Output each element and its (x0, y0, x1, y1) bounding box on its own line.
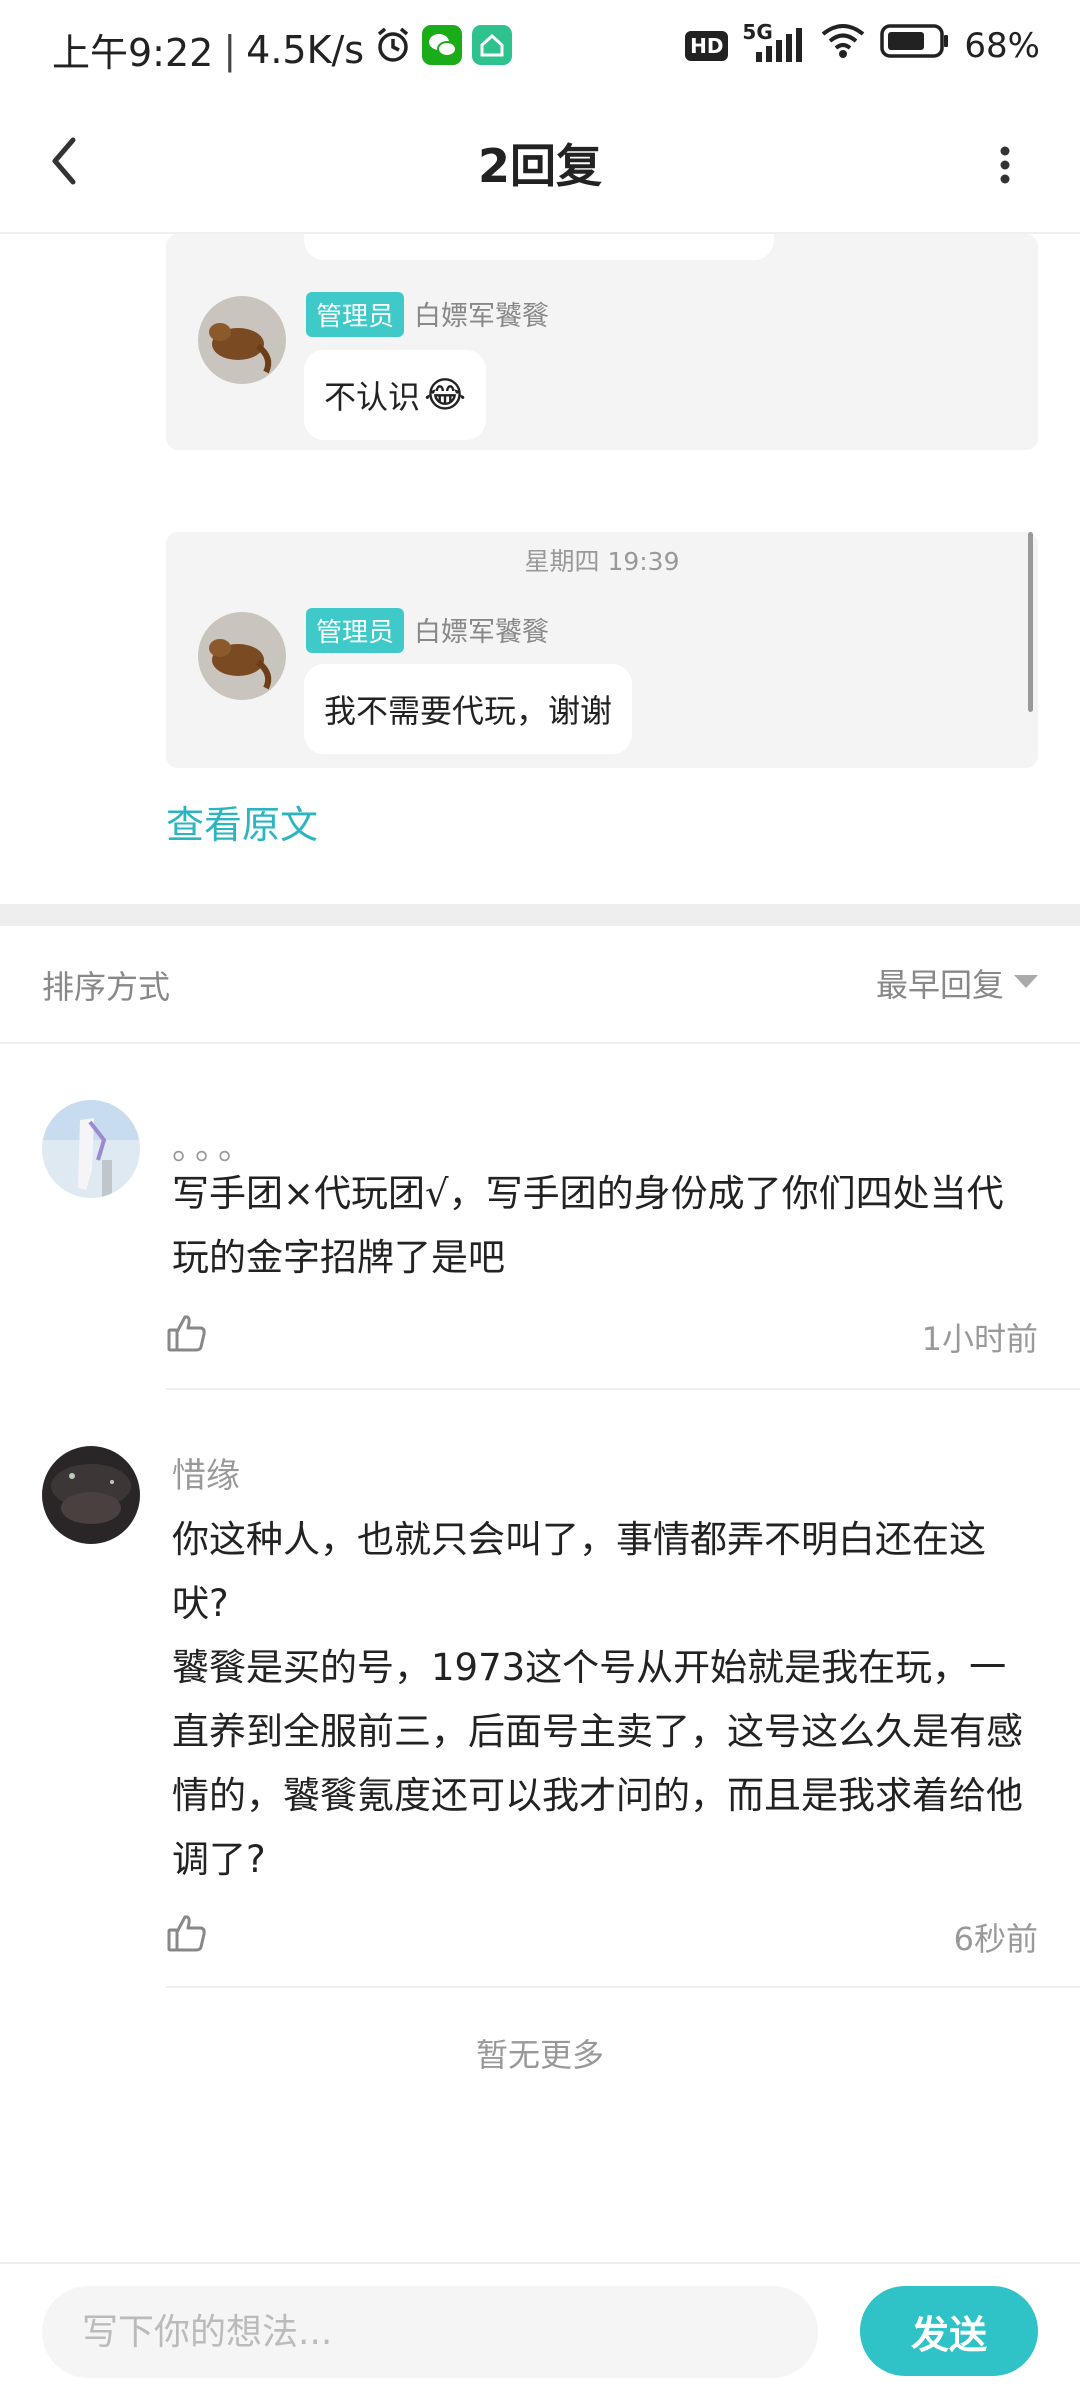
comment-item: 。。。 写手团×代玩团√，写手团的身份成了你们四处当代玩的金字招牌了是吧 1小时… (0, 1044, 1080, 1390)
admin-badge: 管理员 (306, 608, 405, 653)
comment-line-1: 你这种人，也就只会叫了，事情都弄不明白还在这吠? (172, 1518, 986, 1625)
nav-header: 2回复 (0, 100, 1080, 234)
alarm-icon (374, 26, 412, 73)
comment-line-2: 饕餮是买的号，1973这个号从开始就是我在玩，一直养到全服前三，后面号主卖了，这… (172, 1646, 1023, 1881)
status-bar: 上午9:22 | 4.5K/s HD 5G 68% (0, 0, 1080, 100)
thumbs-up-icon (166, 1915, 208, 1958)
sort-label: 排序方式 (42, 968, 171, 1006)
no-more-text: 暂无更多 (475, 2036, 604, 2074)
thumbs-up-icon (166, 1315, 208, 1358)
comment-text: 你这种人，也就只会叫了，事情都弄不明白还在这吠? 饕餮是买的号，1973这个号从… (172, 1508, 1040, 1892)
send-button[interactable]: 发送 (860, 2286, 1038, 2376)
status-time: 上午9:22 (52, 31, 214, 75)
sort-dropdown[interactable]: 最早回复 (876, 960, 1038, 1006)
scrollbar[interactable] (1028, 532, 1033, 712)
quoted-card-1: 管理员 白嫖军饕餮 不认识 😂 (166, 234, 1038, 450)
comment-item: 惜缘 你这种人，也就只会叫了，事情都弄不明白还在这吠? 饕餮是买的号，1973这… (0, 1390, 1080, 1990)
wechat-icon (422, 25, 463, 74)
sort-row: 排序方式 最早回复 (0, 926, 1080, 1044)
quoted-bubble-clipped (304, 234, 774, 260)
comment-username[interactable]: 惜缘 (172, 1448, 240, 1497)
quoted-text: 我不需要代玩，谢谢 (324, 692, 613, 730)
comment-divider (166, 1986, 1080, 1988)
comment-time: 1小时前 (921, 1320, 1038, 1358)
status-left: 上午9:22 | 4.5K/s (52, 22, 513, 77)
avatar[interactable] (42, 1100, 140, 1198)
status-net-speed: 4.5K/s (246, 27, 365, 72)
avatar[interactable] (198, 612, 286, 700)
quoted-bubble: 我不需要代玩，谢谢 (304, 664, 633, 754)
laughing-emoji: 😂 (424, 374, 467, 416)
comment-input[interactable] (42, 2286, 818, 2378)
comment-text: 写手团×代玩团√，写手团的身份成了你们四处当代玩的金字招牌了是吧 (172, 1172, 1004, 1279)
view-original-link[interactable]: 查看原文 (166, 794, 318, 849)
quoted-timestamp: 星期四 19:39 (524, 547, 680, 576)
home-app-icon (472, 25, 513, 74)
quoted-card-2: 星期四 19:39 管理员 白嫖军饕餮 我不需要代玩，谢谢 (166, 532, 1038, 768)
avatar[interactable] (42, 1446, 140, 1544)
battery-level: 68% (964, 25, 1040, 66)
section-divider (0, 904, 1080, 926)
comment-time: 6秒前 (953, 1920, 1038, 1958)
quoted-username[interactable]: 白嫖军饕餮 (414, 610, 549, 649)
quoted-bubble: 不认识 😂 (304, 350, 487, 440)
sort-value: 最早回复 (875, 966, 1004, 1004)
battery-icon (880, 23, 950, 68)
comment-composer: 发送 (0, 2262, 1080, 2402)
status-right: HD 5G 68% (685, 20, 1040, 69)
page-title: 2回复 (477, 139, 602, 193)
vertical-dots-icon (999, 145, 1011, 189)
admin-badge: 管理员 (306, 292, 405, 337)
more-options-button[interactable] (980, 132, 1030, 202)
avatar[interactable] (198, 296, 286, 384)
caret-down-icon (1014, 974, 1038, 993)
quoted-username[interactable]: 白嫖军饕餮 (414, 294, 549, 333)
quoted-text: 不认识 (324, 378, 421, 416)
signal-icon: 5G (742, 20, 806, 66)
wifi-icon (820, 22, 866, 69)
like-button[interactable] (166, 1312, 208, 1358)
status-separator: | (223, 27, 237, 72)
like-button[interactable] (166, 1912, 208, 1958)
hd-badge: HD (685, 30, 729, 61)
